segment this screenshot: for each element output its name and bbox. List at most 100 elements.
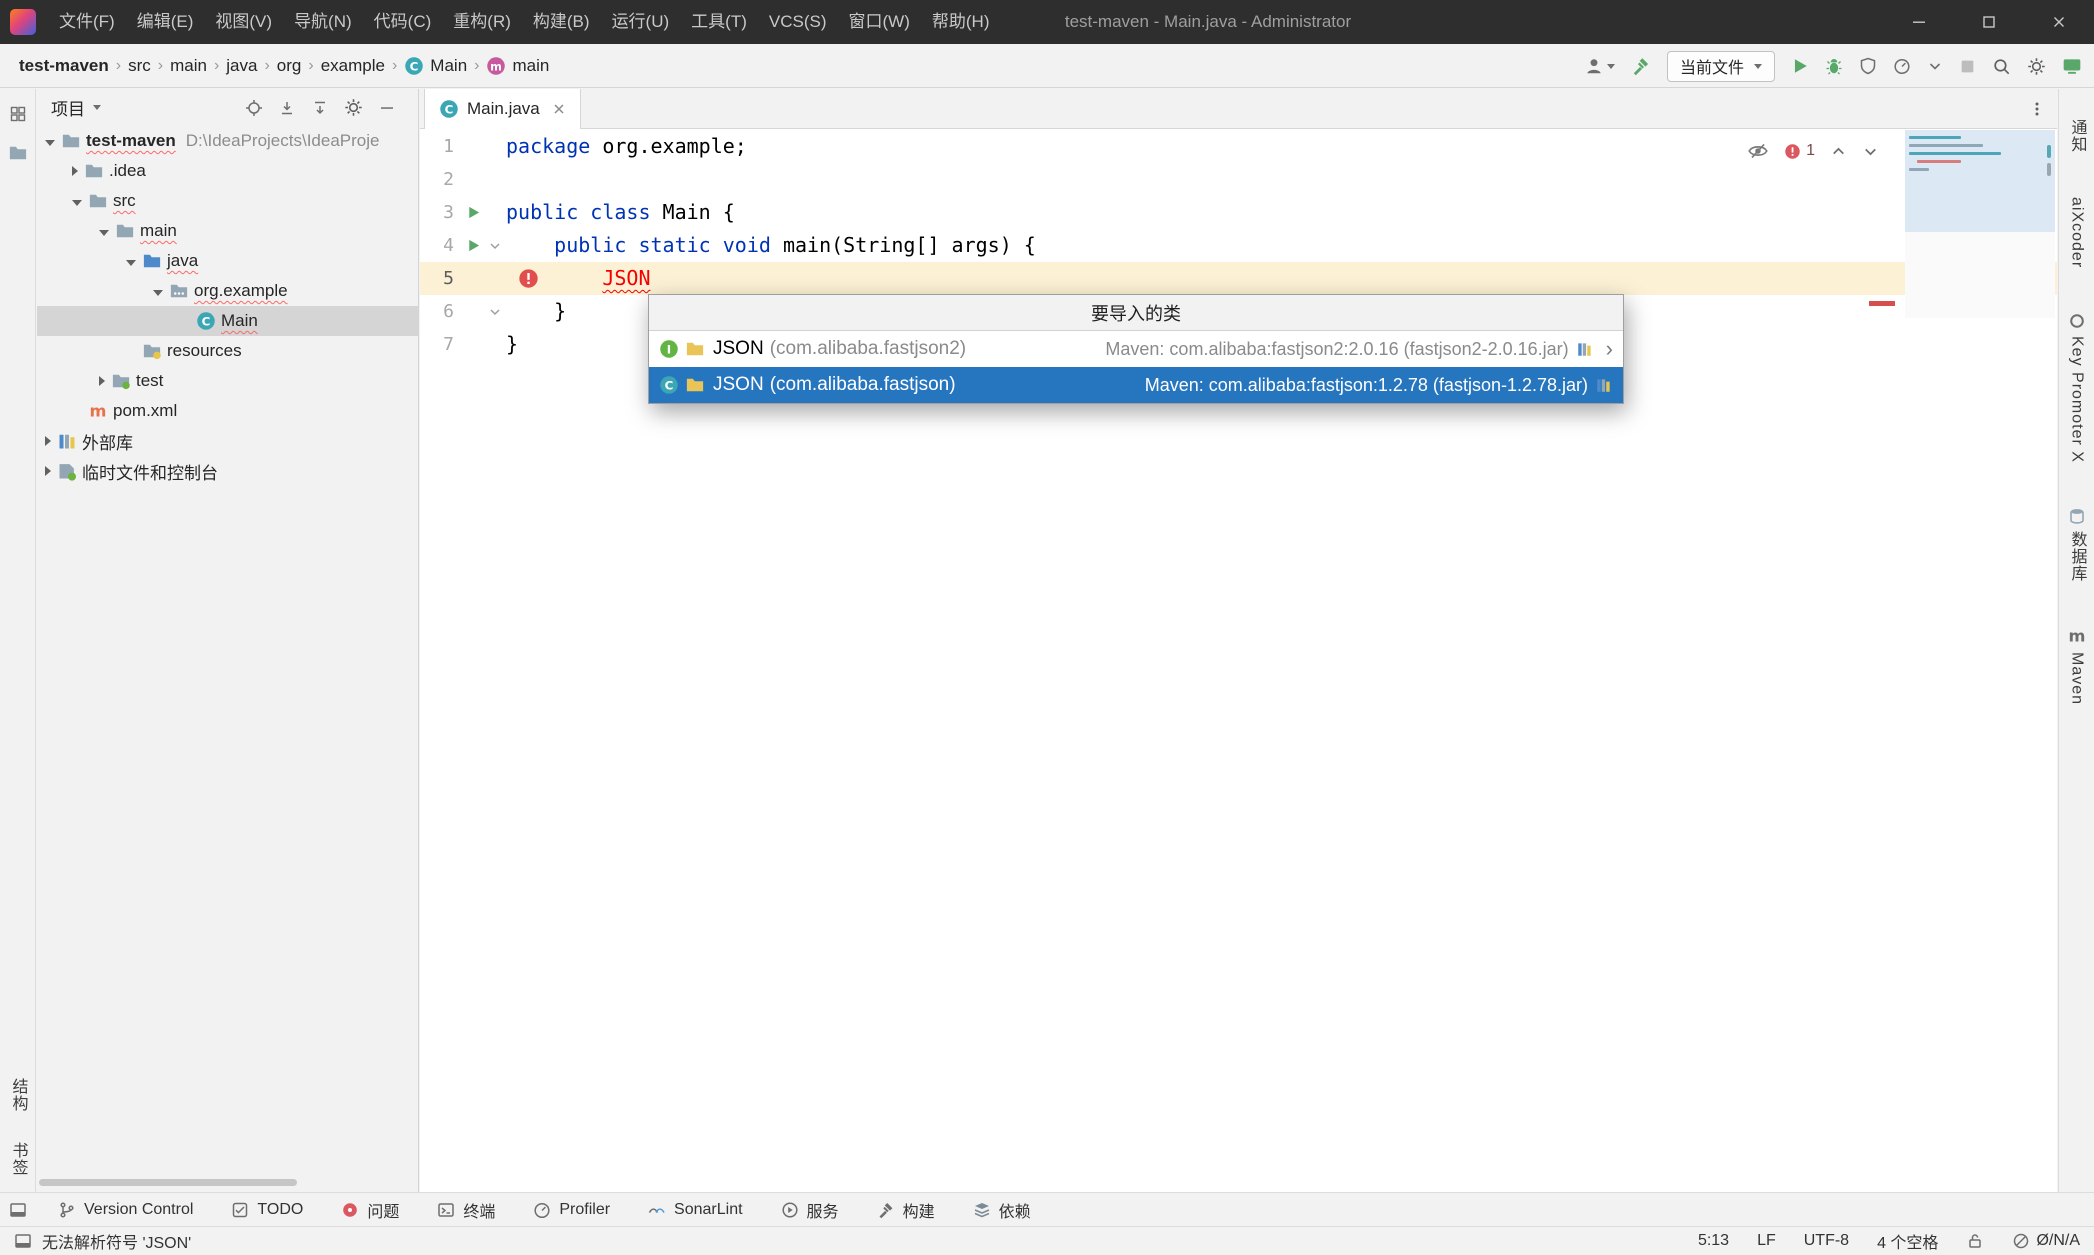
lock-icon[interactable] [1966, 1232, 1984, 1250]
settings-button[interactable] [2027, 57, 2046, 76]
tree-item-5[interactable]: org.example [37, 276, 418, 306]
error-count-badge[interactable]: 1 [1784, 142, 1815, 160]
project-files-icon[interactable] [8, 143, 28, 163]
stripe-right-item-4[interactable]: mMaven [2067, 626, 2087, 705]
code-line-4[interactable]: 4 public static void main(String[] args)… [420, 229, 2057, 262]
tree-item-9[interactable]: mpom.xml [37, 396, 418, 426]
breadcrumb-item-6[interactable]: CMain [399, 54, 472, 78]
stripe-right-item-2[interactable]: Key Promoter X [2068, 312, 2086, 463]
stop-button[interactable] [1959, 58, 1976, 75]
run-gutter-icon[interactable] [466, 205, 481, 220]
menu-item-5[interactable]: 重构(R) [442, 0, 522, 44]
import-option-0[interactable]: IJSON (com.alibaba.fastjson2)Maven: com.… [649, 331, 1623, 367]
menu-item-10[interactable]: 窗口(W) [838, 0, 921, 44]
screen-share-button[interactable] [2062, 56, 2082, 76]
tree-item-6[interactable]: CMain [37, 306, 418, 336]
tab-main-java[interactable]: C Main.java [424, 89, 581, 129]
toolwindow-button-1[interactable]: TODO [231, 1201, 303, 1219]
settings-button[interactable] [344, 98, 363, 117]
indent-setting[interactable]: 4 个空格 [1877, 1229, 1938, 1253]
fold-icon[interactable] [489, 240, 501, 252]
stripe-right-item-0[interactable]: 通知 [2065, 119, 2089, 153]
chevron-down-icon[interactable] [45, 140, 55, 146]
tool-window-switcher-icon[interactable] [9, 1201, 27, 1219]
chevron-down-icon[interactable] [99, 230, 109, 236]
user-menu-button[interactable] [1584, 56, 1615, 76]
error-stripe-mark[interactable] [1869, 301, 1895, 306]
menu-item-8[interactable]: 工具(T) [680, 0, 758, 44]
project-view-selector[interactable]: 项目 [51, 95, 101, 120]
highlighting-eye-icon[interactable] [1747, 140, 1769, 162]
tree-item-8[interactable]: test [37, 366, 418, 396]
tree-item-7[interactable]: resources [37, 336, 418, 366]
toolwindow-button-8[interactable]: 依赖 [973, 1198, 1031, 1222]
close-icon[interactable] [552, 102, 566, 116]
close-button[interactable] [2024, 0, 2094, 44]
more-run-options-button[interactable] [1927, 58, 1943, 74]
menu-item-7[interactable]: 运行(U) [601, 0, 681, 44]
toolwindow-button-5[interactable]: SonarLint [648, 1201, 743, 1219]
caret-position[interactable]: 5:13 [1698, 1232, 1729, 1250]
status-message[interactable]: 无法解析符号 'JSON' [42, 1229, 191, 1253]
chevron-down-icon[interactable] [126, 260, 136, 266]
chevron-right-icon[interactable] [72, 166, 78, 176]
tree-item-10[interactable]: 外部库 [37, 426, 418, 456]
build-button[interactable] [1631, 56, 1651, 76]
tree-item-3[interactable]: main [37, 216, 418, 246]
next-error-icon[interactable] [1862, 143, 1879, 160]
profiler-button[interactable] [1893, 57, 1911, 75]
run-button[interactable] [1791, 57, 1809, 75]
expand-all-button[interactable] [311, 99, 329, 117]
breadcrumb-item-7[interactable]: mmain [481, 54, 554, 78]
code-line-3[interactable]: 3public class Main { [420, 196, 2057, 229]
menu-item-11[interactable]: 帮助(H) [921, 0, 1001, 44]
breadcrumb-item-3[interactable]: java [221, 54, 262, 78]
line-separator[interactable]: LF [1757, 1232, 1776, 1250]
stripe-right-item-3[interactable]: 数据库 [2065, 507, 2089, 582]
stripe-left-item-0[interactable]: 结构 [6, 1078, 30, 1112]
breadcrumb-item-4[interactable]: org [272, 54, 307, 78]
toolwindow-button-2[interactable]: 问题 [341, 1198, 399, 1222]
tree-item-0[interactable]: test-mavenD:\IdeaProjects\IdeaProje [37, 126, 418, 156]
tree-item-2[interactable]: src [37, 186, 418, 216]
search-everywhere-button[interactable] [1992, 57, 2011, 76]
menu-item-0[interactable]: 文件(F) [48, 0, 126, 44]
inspection-widget[interactable]: 1 [1747, 140, 1879, 162]
code-line-2[interactable]: 2 [420, 163, 2057, 196]
kebab-menu-icon[interactable] [2029, 89, 2045, 129]
menu-item-3[interactable]: 导航(N) [283, 0, 363, 44]
stripe-left-item-1[interactable]: 书签 [6, 1142, 30, 1176]
breadcrumb-item-2[interactable]: main [165, 54, 212, 78]
window-icon[interactable] [14, 1232, 32, 1250]
tool-window-grid-icon[interactable] [9, 105, 27, 123]
import-option-1[interactable]: CJSON (com.alibaba.fastjson)Maven: com.a… [649, 367, 1623, 403]
menu-item-4[interactable]: 代码(C) [363, 0, 443, 44]
collapse-all-button[interactable] [278, 99, 296, 117]
chevron-right-icon[interactable] [45, 466, 51, 476]
toolwindow-button-7[interactable]: 构建 [877, 1198, 935, 1222]
menu-item-9[interactable]: VCS(S) [758, 0, 838, 44]
breadcrumb-item-5[interactable]: example [316, 54, 390, 78]
toolwindow-button-4[interactable]: Profiler [533, 1201, 610, 1219]
run-gutter-icon[interactable] [466, 238, 481, 253]
minimize-button[interactable] [1884, 0, 1954, 44]
stripe-right-item-1[interactable]: aiXcoder [2068, 197, 2086, 268]
maximize-button[interactable] [1954, 0, 2024, 44]
minimap[interactable] [1905, 130, 2055, 318]
fold-icon[interactable] [489, 306, 501, 318]
prev-error-icon[interactable] [1830, 143, 1847, 160]
code-line-5[interactable]: 5 JSON [420, 262, 2057, 295]
run-config-combo[interactable]: 当前文件 [1667, 51, 1775, 82]
toolwindow-button-6[interactable]: 服务 [781, 1198, 839, 1222]
chevron-down-icon[interactable] [153, 290, 163, 296]
code-analysis-widget[interactable]: Ø/N/A [2012, 1232, 2080, 1250]
hide-button[interactable] [378, 99, 396, 117]
chevron-right-icon[interactable] [45, 436, 51, 446]
menu-item-2[interactable]: 视图(V) [204, 0, 283, 44]
tree-item-1[interactable]: .idea [37, 156, 418, 186]
menu-item-1[interactable]: 编辑(E) [126, 0, 205, 44]
debug-button[interactable] [1825, 57, 1843, 75]
menu-item-6[interactable]: 构建(B) [522, 0, 601, 44]
file-encoding[interactable]: UTF-8 [1804, 1232, 1849, 1250]
breadcrumb-item-0[interactable]: test-maven [14, 54, 114, 78]
